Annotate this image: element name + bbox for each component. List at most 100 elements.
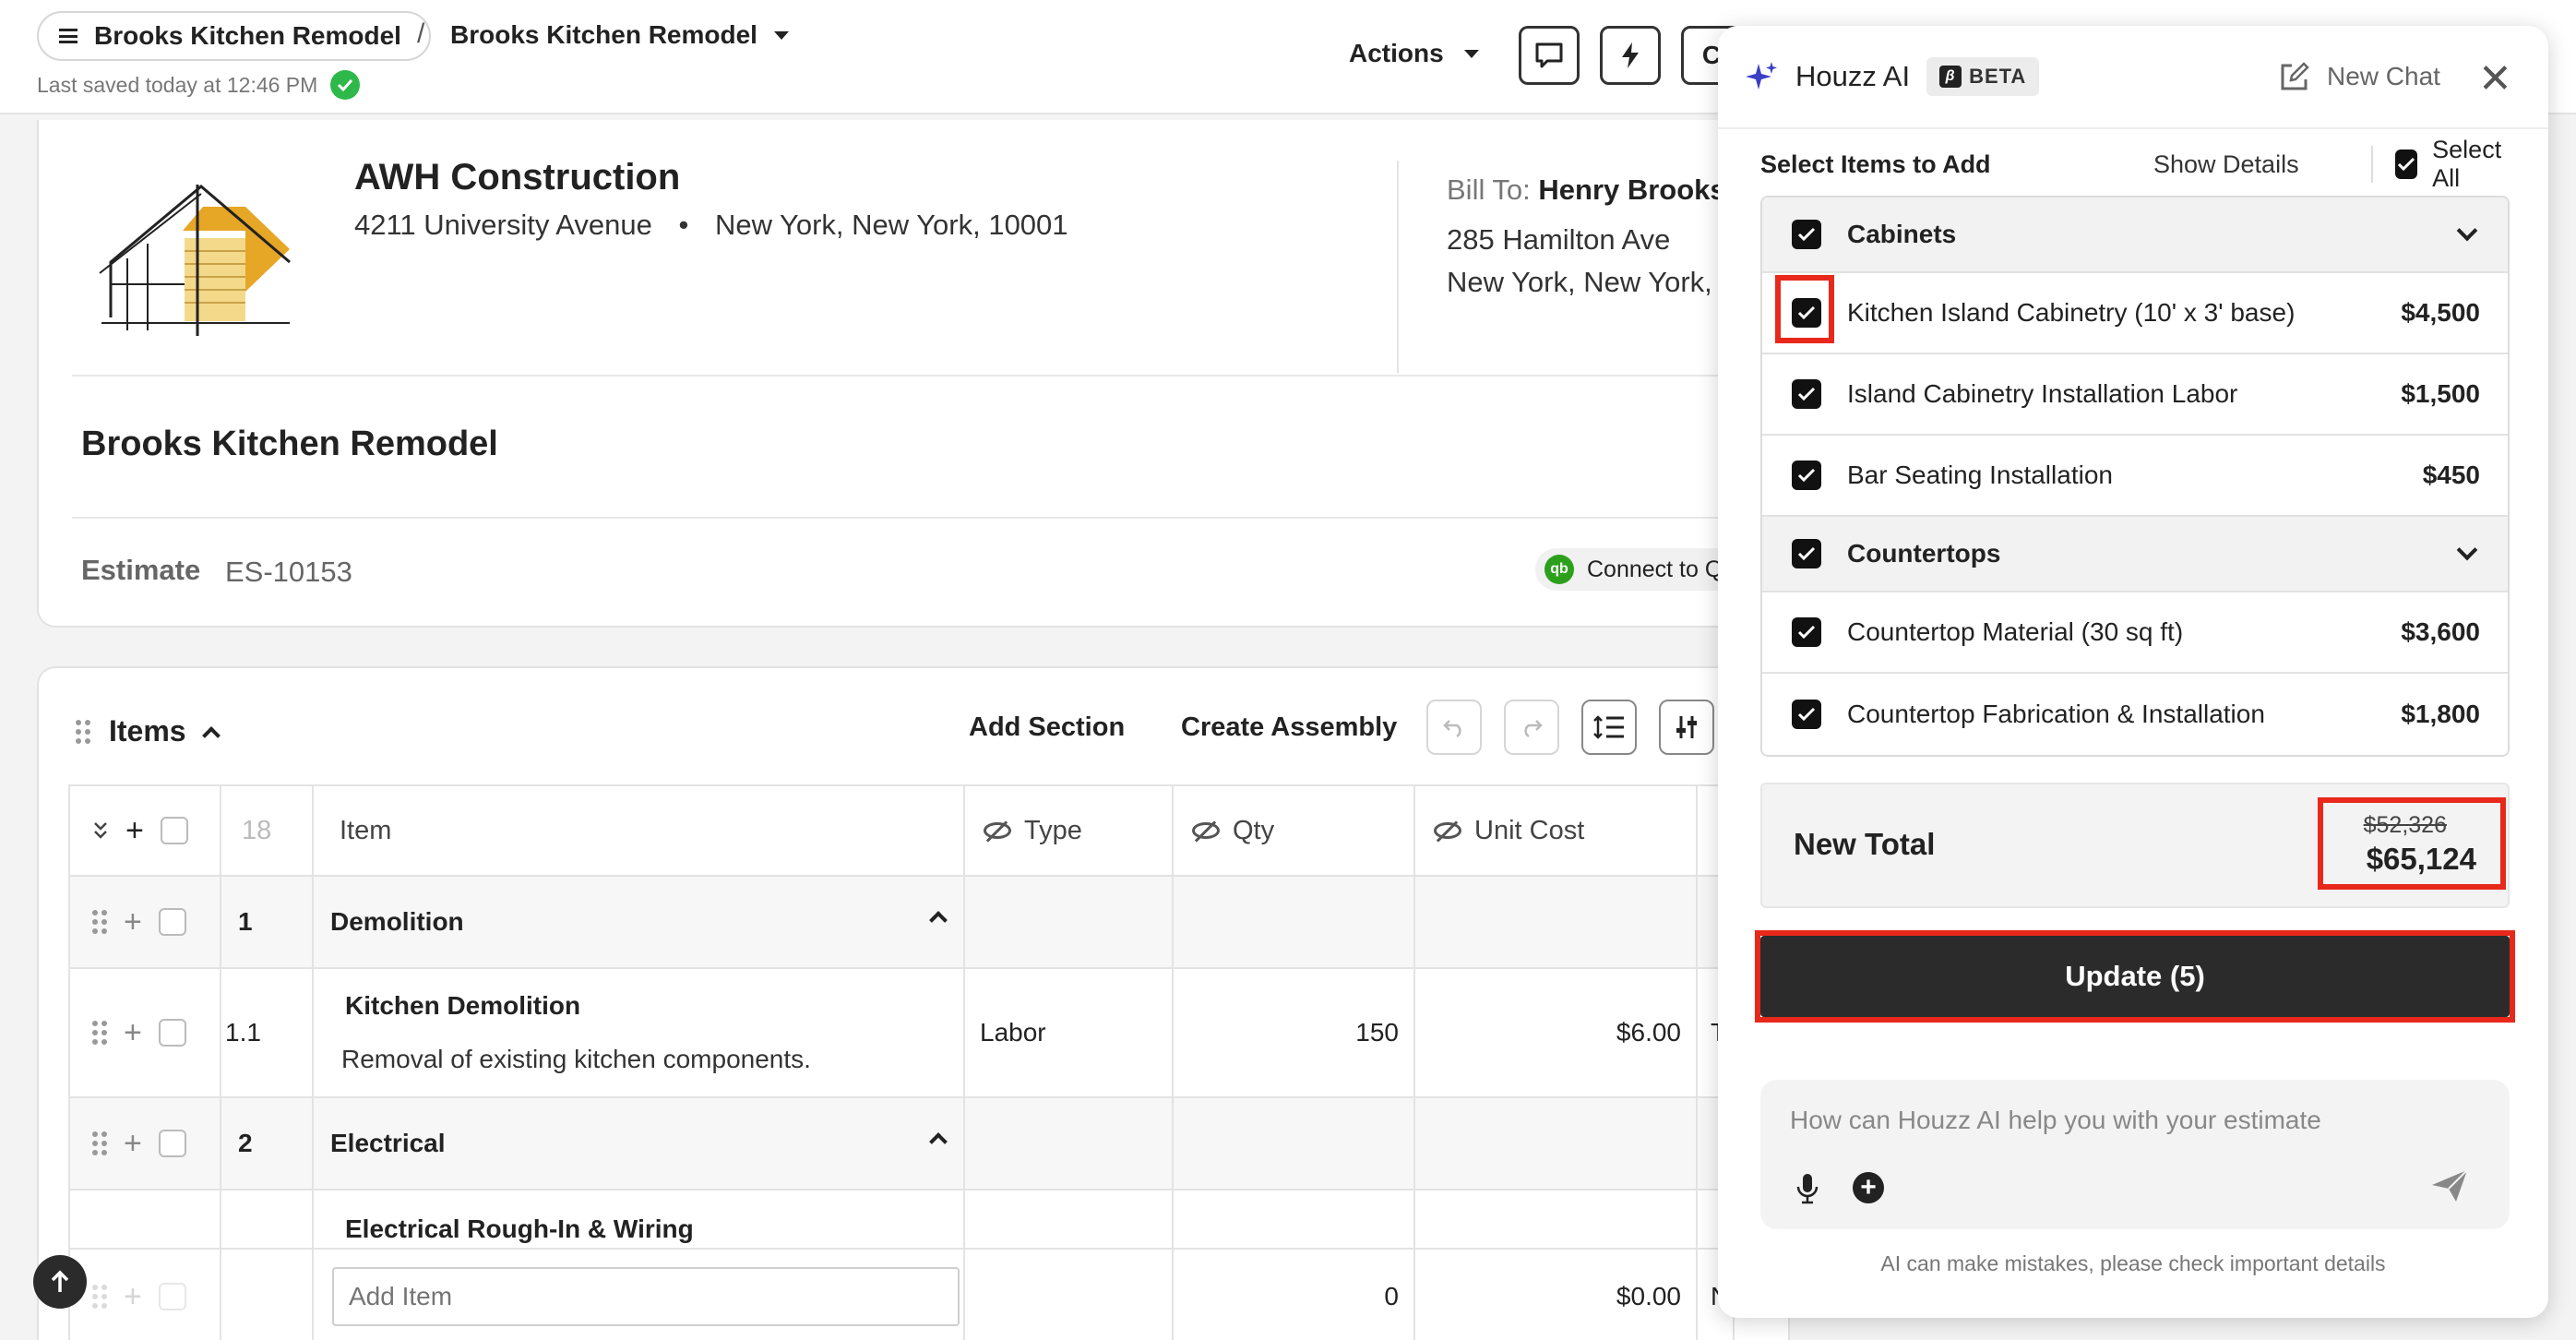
group-header-cabinets[interactable]: Cabinets xyxy=(1762,197,2508,273)
column-header-item[interactable]: Item xyxy=(312,784,965,877)
breadcrumb-current-dropdown[interactable]: Brooks Kitchen Remodel xyxy=(450,20,789,50)
new-chat-button[interactable]: New Chat xyxy=(2279,61,2440,92)
row-controls xyxy=(68,1189,221,1250)
chevron-up-icon[interactable] xyxy=(929,1132,948,1151)
scroll-to-top-button[interactable] xyxy=(33,1255,87,1309)
column-header-unit-cost[interactable]: Unit Cost xyxy=(1413,784,1698,877)
row-checkbox[interactable] xyxy=(158,1130,186,1157)
section-divider xyxy=(72,375,1770,377)
column-header-type[interactable]: Type xyxy=(963,784,1174,877)
item-label: Countertop Fabrication & Installation xyxy=(1847,700,2265,728)
comments-button[interactable] xyxy=(1519,26,1580,85)
undo-button[interactable] xyxy=(1426,700,1482,755)
section-name-cell[interactable]: Electrical xyxy=(312,1096,965,1190)
item-name[interactable]: Electrical Rough-In & Wiring xyxy=(312,1189,965,1250)
breadcrumb-project-menu[interactable]: Brooks Kitchen Remodel xyxy=(37,11,431,61)
connect-quickbooks-button[interactable]: qb Connect to Q xyxy=(1535,548,1740,591)
items-table: + 18 Item Type Qty Unit Cost + 1 Demolit… xyxy=(68,784,1735,1340)
row-checkbox[interactable] xyxy=(158,1019,186,1047)
address-bullet: • xyxy=(678,209,689,241)
section-name-cell[interactable]: Demolition xyxy=(312,875,965,969)
add-row-icon[interactable]: + xyxy=(125,815,144,846)
collapse-all-icon[interactable] xyxy=(92,820,109,841)
redo-button[interactable] xyxy=(1504,700,1559,755)
plus-circle-icon[interactable]: + xyxy=(1853,1172,1884,1203)
new-chat-label: New Chat xyxy=(2327,62,2440,90)
chat-composer: + xyxy=(1760,1080,2510,1229)
add-row-icon[interactable]: + xyxy=(124,1017,142,1048)
list-item[interactable]: Bar Seating Installation $450 xyxy=(1762,436,2508,517)
table-row[interactable]: Electrical Rough-In & Wiring xyxy=(68,1189,1735,1250)
empty-cell xyxy=(1172,1096,1415,1190)
column-header-qty[interactable]: Qty xyxy=(1172,784,1415,877)
select-all-rows-checkbox[interactable] xyxy=(160,817,188,844)
add-item-unit-cost[interactable]: $0.00 xyxy=(1413,1248,1698,1340)
checkbox-checked-icon[interactable] xyxy=(1792,700,1821,729)
chevron-up-icon[interactable] xyxy=(201,725,221,745)
mic-icon[interactable] xyxy=(1795,1172,1819,1205)
group-header-countertops[interactable]: Countertops xyxy=(1762,517,2508,592)
list-item[interactable]: Kitchen Island Cabinetry (10' x 3' base)… xyxy=(1762,273,2508,354)
breadcrumb-project-label: Brooks Kitchen Remodel xyxy=(94,21,401,50)
empty-cell xyxy=(1172,1189,1415,1250)
item-type[interactable]: Labor xyxy=(963,967,1174,1098)
line-spacing-button[interactable] xyxy=(1581,700,1637,755)
items-header[interactable]: Items xyxy=(76,714,221,748)
item-qty[interactable]: 150 xyxy=(1172,967,1415,1098)
column-settings-button[interactable] xyxy=(1659,700,1714,755)
eye-off-icon[interactable] xyxy=(984,821,1011,839)
list-item[interactable]: Island Cabinetry Installation Labor $1,5… xyxy=(1762,354,2508,436)
drag-handle-icon[interactable] xyxy=(92,1021,107,1045)
checkbox-checked-icon[interactable] xyxy=(1792,539,1821,568)
chevron-down-icon[interactable] xyxy=(2456,220,2478,242)
list-item[interactable]: Countertop Fabrication & Installation $1… xyxy=(1762,674,2508,755)
drag-handle-icon[interactable] xyxy=(76,719,90,744)
checkbox-checked-icon[interactable] xyxy=(1792,461,1821,490)
eye-off-icon[interactable] xyxy=(1192,821,1220,839)
table-row[interactable]: + 1.1 Kitchen Demolition Removal of exis… xyxy=(68,967,1735,1098)
sparkle-icon xyxy=(1746,62,1777,90)
table-row-section[interactable]: + 2 Electrical xyxy=(68,1096,1735,1190)
list-item[interactable]: Countertop Material (30 sq ft) $3,600 xyxy=(1762,592,2508,674)
eye-off-icon[interactable] xyxy=(1434,821,1461,839)
drag-handle-icon[interactable] xyxy=(92,1131,107,1155)
add-row-icon[interactable]: + xyxy=(124,906,142,938)
estimate-number[interactable]: ES-10153 xyxy=(225,556,352,589)
send-icon[interactable] xyxy=(2430,1168,2469,1203)
table-row-section[interactable]: + 1 Demolition xyxy=(68,875,1735,969)
quick-actions-button[interactable] xyxy=(1600,26,1661,85)
checkbox-checked-icon[interactable] xyxy=(1792,379,1821,409)
comment-icon xyxy=(1535,42,1563,68)
checkbox-checked-icon[interactable] xyxy=(2395,150,2418,179)
connect-quickbooks-label: Connect to Q xyxy=(1587,556,1723,582)
row-number xyxy=(220,1189,314,1250)
row-number: 1 xyxy=(220,875,314,969)
create-assembly-button[interactable]: Create Assembly xyxy=(1181,712,1397,743)
close-icon[interactable]: ✕ xyxy=(2478,59,2512,100)
add-row-icon[interactable]: + xyxy=(124,1128,142,1159)
item-cell[interactable]: Kitchen Demolition Removal of existing k… xyxy=(312,967,965,1098)
add-section-button[interactable]: Add Section xyxy=(969,712,1125,743)
drag-handle-icon[interactable] xyxy=(92,910,107,934)
select-all-toggle[interactable]: Select All xyxy=(2395,136,2510,193)
group-name: Cabinets xyxy=(1847,220,1957,248)
checkbox-checked-icon[interactable] xyxy=(1792,617,1821,647)
suggested-items-list: Cabinets Kitchen Island Cabinetry (10' x… xyxy=(1760,196,2510,757)
row-checkbox xyxy=(158,1283,186,1310)
new-total-label: New Total xyxy=(1794,827,1936,861)
item-unit-cost[interactable]: $6.00 xyxy=(1413,967,1698,1098)
chat-input[interactable] xyxy=(1790,1106,2473,1135)
project-title[interactable]: Brooks Kitchen Remodel xyxy=(81,425,498,464)
row-checkbox[interactable] xyxy=(158,908,186,936)
add-item-input[interactable] xyxy=(332,1267,960,1326)
saved-status: Last saved today at 12:46 PM xyxy=(37,70,361,100)
empty-cell xyxy=(1172,875,1415,969)
checkbox-checked-icon[interactable] xyxy=(1792,220,1821,249)
chevron-down-icon[interactable] xyxy=(2456,539,2478,561)
chevron-up-icon[interactable] xyxy=(929,911,948,929)
item-price: $1,800 xyxy=(2401,700,2480,728)
actions-menu-button[interactable]: Actions xyxy=(1349,39,1479,68)
add-item-qty[interactable]: 0 xyxy=(1172,1248,1415,1340)
show-details-link[interactable]: Show Details xyxy=(2153,150,2299,179)
add-item-row[interactable]: + 0 $0.00 N xyxy=(68,1248,1735,1340)
